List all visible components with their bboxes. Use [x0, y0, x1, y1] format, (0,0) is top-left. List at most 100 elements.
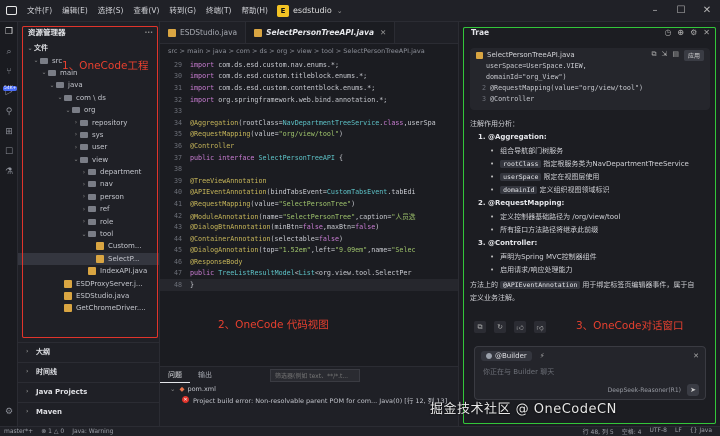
- code-line[interactable]: 40 @APIEventAnnotation(bindTabsEvent=Cus…: [160, 187, 458, 199]
- java-status[interactable]: Java: Warning: [72, 428, 113, 435]
- editor-tab[interactable]: SelectPersonTreeAPI.java ✕: [246, 22, 396, 43]
- explorer-icon[interactable]: ❐: [0, 22, 18, 42]
- code-line[interactable]: 29 import com.ds.esd.custom.nav.enums.*;: [160, 59, 458, 71]
- tree-folder[interactable]: ⌄ org: [18, 104, 159, 116]
- code-line[interactable]: 31 import com.ds.esd.custom.contentblock.…: [160, 82, 458, 94]
- workspace-switcher[interactable]: E esdstudio ⌄: [276, 4, 343, 17]
- tree-file[interactable]: SelectP...: [18, 252, 159, 266]
- code-line[interactable]: 32 import org.springframework.web.bind.an…: [160, 94, 458, 106]
- code-line[interactable]: 45 @DialogAnnotation(top="1.52em",left="…: [160, 245, 458, 257]
- tab-output[interactable]: 输出: [190, 370, 220, 380]
- code-line[interactable]: 37 public interface SelectPersonTreeAPI {: [160, 152, 458, 164]
- tree-folder[interactable]: › nav: [18, 178, 159, 190]
- chat-input[interactable]: 你正在与 Builder 聊天: [475, 365, 705, 379]
- chat-input-box[interactable]: @Builder ⚡ ✕ 你正在与 Builder 聊天 DeepSeek-Re…: [474, 346, 706, 400]
- tab-problems[interactable]: 问题: [160, 368, 190, 383]
- code-line[interactable]: 34 @Aggregation(rootClass=NavDepartmentTr…: [160, 117, 458, 129]
- insert-icon[interactable]: ⇲: [661, 50, 667, 61]
- indentation[interactable]: 空格: 4: [622, 427, 642, 436]
- code-line[interactable]: 47 public TreeListResultModel<List<org.v…: [160, 268, 458, 280]
- tree-folder[interactable]: › role: [18, 215, 159, 227]
- breadcrumb[interactable]: src > main > java > com > ds > org > vie…: [160, 44, 458, 58]
- close-icon[interactable]: ✕: [703, 28, 710, 37]
- sidebar-section[interactable]: › Maven: [18, 402, 160, 420]
- sidebar-section[interactable]: › 大纲: [18, 342, 160, 360]
- tree-file[interactable]: Custom...: [18, 240, 159, 252]
- tree-folder[interactable]: › sys: [18, 129, 159, 141]
- code-line[interactable]: 44 @ContainerAnnotation(selectable=false…: [160, 233, 458, 245]
- sidebar-section[interactable]: › 时间线: [18, 362, 160, 380]
- copy-icon[interactable]: ⧉: [474, 321, 486, 333]
- testing-icon[interactable]: ⚗: [0, 162, 18, 182]
- code-line[interactable]: 30 import com.ds.esd.custom.titleblock.en…: [160, 71, 458, 83]
- tree-file[interactable]: IndexAPI.java: [18, 265, 159, 277]
- tree-folder[interactable]: ⌄ view: [18, 154, 159, 166]
- run-debug-icon[interactable]: ▷: [0, 82, 18, 102]
- terminal-icon[interactable]: ▤: [672, 50, 679, 61]
- editor-tab[interactable]: ESDStudio.java: [160, 22, 247, 43]
- tree-file[interactable]: ESDProxyServer.j...: [18, 277, 159, 289]
- history-icon[interactable]: ◷: [664, 28, 671, 37]
- model-selector[interactable]: DeepSeek-Reasoner(R1): [608, 387, 681, 394]
- close-tab-icon[interactable]: ✕: [380, 28, 386, 37]
- search-icon[interactable]: ⌕: [0, 42, 18, 62]
- code-line[interactable]: 36 @Controller: [160, 140, 458, 152]
- tree-folder[interactable]: ⌄ com \ ds: [18, 92, 159, 104]
- maximize-icon[interactable]: ☐: [668, 0, 694, 22]
- code-line[interactable]: 39 @TreeViewAnnotation: [160, 175, 458, 187]
- tree-folder[interactable]: › user: [18, 141, 159, 153]
- code-line[interactable]: 46 @ResponseBody: [160, 256, 458, 268]
- extensions-icon[interactable]: ⊞: [0, 122, 18, 142]
- files-section[interactable]: ⌄ 文件: [18, 42, 159, 54]
- settings-icon[interactable]: ⚙: [0, 402, 18, 422]
- encoding[interactable]: UTF-8: [649, 427, 667, 436]
- apply-button[interactable]: 应用: [683, 49, 704, 61]
- settings-icon[interactable]: ⚙: [690, 28, 697, 37]
- problems-count[interactable]: ⊗ 1 △ 0: [41, 428, 64, 435]
- code-line[interactable]: 43 @DialogBtnAnnotation(minBtn=false,max…: [160, 221, 458, 233]
- send-icon[interactable]: ➤: [687, 384, 699, 396]
- problems-filter-input[interactable]: 筛选器(例如 text、**/*.t...: [270, 368, 360, 382]
- tree-folder[interactable]: › department: [18, 166, 159, 178]
- code-line[interactable]: 33: [160, 105, 458, 117]
- minimize-icon[interactable]: –: [642, 0, 668, 22]
- more-icon[interactable]: ···: [144, 28, 153, 37]
- menu-item[interactable]: 编辑(E): [57, 0, 93, 22]
- code-line[interactable]: 41 @RequestMapping(value="SelectPersonTr…: [160, 198, 458, 210]
- builder-chip[interactable]: @Builder: [481, 351, 532, 361]
- menu-item[interactable]: 文件(F): [22, 0, 57, 22]
- copy-icon[interactable]: ⧉: [651, 50, 656, 61]
- tree-folder[interactable]: › person: [18, 191, 159, 203]
- git-branch[interactable]: master*+: [4, 428, 33, 435]
- code-line[interactable]: 48}: [160, 279, 458, 291]
- tree-file[interactable]: GetChromeDriver....: [18, 302, 159, 314]
- tree-folder[interactable]: ⌄ tool: [18, 228, 159, 240]
- source-control-icon[interactable]: ⑂: [0, 62, 18, 82]
- code-line[interactable]: 38: [160, 163, 458, 175]
- new-chat-icon[interactable]: ⊕: [677, 28, 684, 37]
- chat-icon[interactable]: ☐: [0, 142, 18, 162]
- code-line[interactable]: 35 @RequestMapping(value="org/view/tool"): [160, 129, 458, 141]
- close-icon[interactable]: ✕: [694, 0, 720, 22]
- sidebar-section[interactable]: › Java Projects: [18, 382, 160, 400]
- code-line[interactable]: 42 @ModuleAnnotation(name="SelectPersonT…: [160, 210, 458, 222]
- close-icon[interactable]: ✕: [693, 352, 699, 360]
- menu-item[interactable]: 查看(V): [128, 0, 164, 22]
- tree-file[interactable]: ESDStudio.java: [18, 290, 159, 302]
- remote-icon[interactable]: ⚲: [0, 102, 18, 122]
- menu-item[interactable]: 选择(S): [93, 0, 129, 22]
- menu-item[interactable]: 帮助(H): [236, 0, 273, 22]
- menu-item[interactable]: 终端(T): [201, 0, 236, 22]
- thumbs-down-icon[interactable]: 👎︎: [534, 321, 546, 333]
- problem-file-row[interactable]: ⌄ ◆ pom.xml: [160, 383, 458, 394]
- menu-item[interactable]: 转到(G): [164, 0, 201, 22]
- problem-row[interactable]: ✕ Project build error: Non-resolvable pa…: [160, 394, 458, 405]
- line-ending[interactable]: LF: [675, 427, 682, 436]
- thumbs-up-icon[interactable]: 👍︎: [514, 321, 526, 333]
- tree-folder[interactable]: › ref: [18, 203, 159, 215]
- magic-wand-icon[interactable]: ⚡: [540, 352, 545, 360]
- tree-folder[interactable]: › repository: [18, 116, 159, 128]
- code-area[interactable]: 29 import com.ds.esd.custom.nav.enums.*; 3…: [160, 59, 458, 291]
- tree-folder[interactable]: ⌄ java: [18, 79, 159, 91]
- language-mode[interactable]: {} Java: [690, 427, 712, 436]
